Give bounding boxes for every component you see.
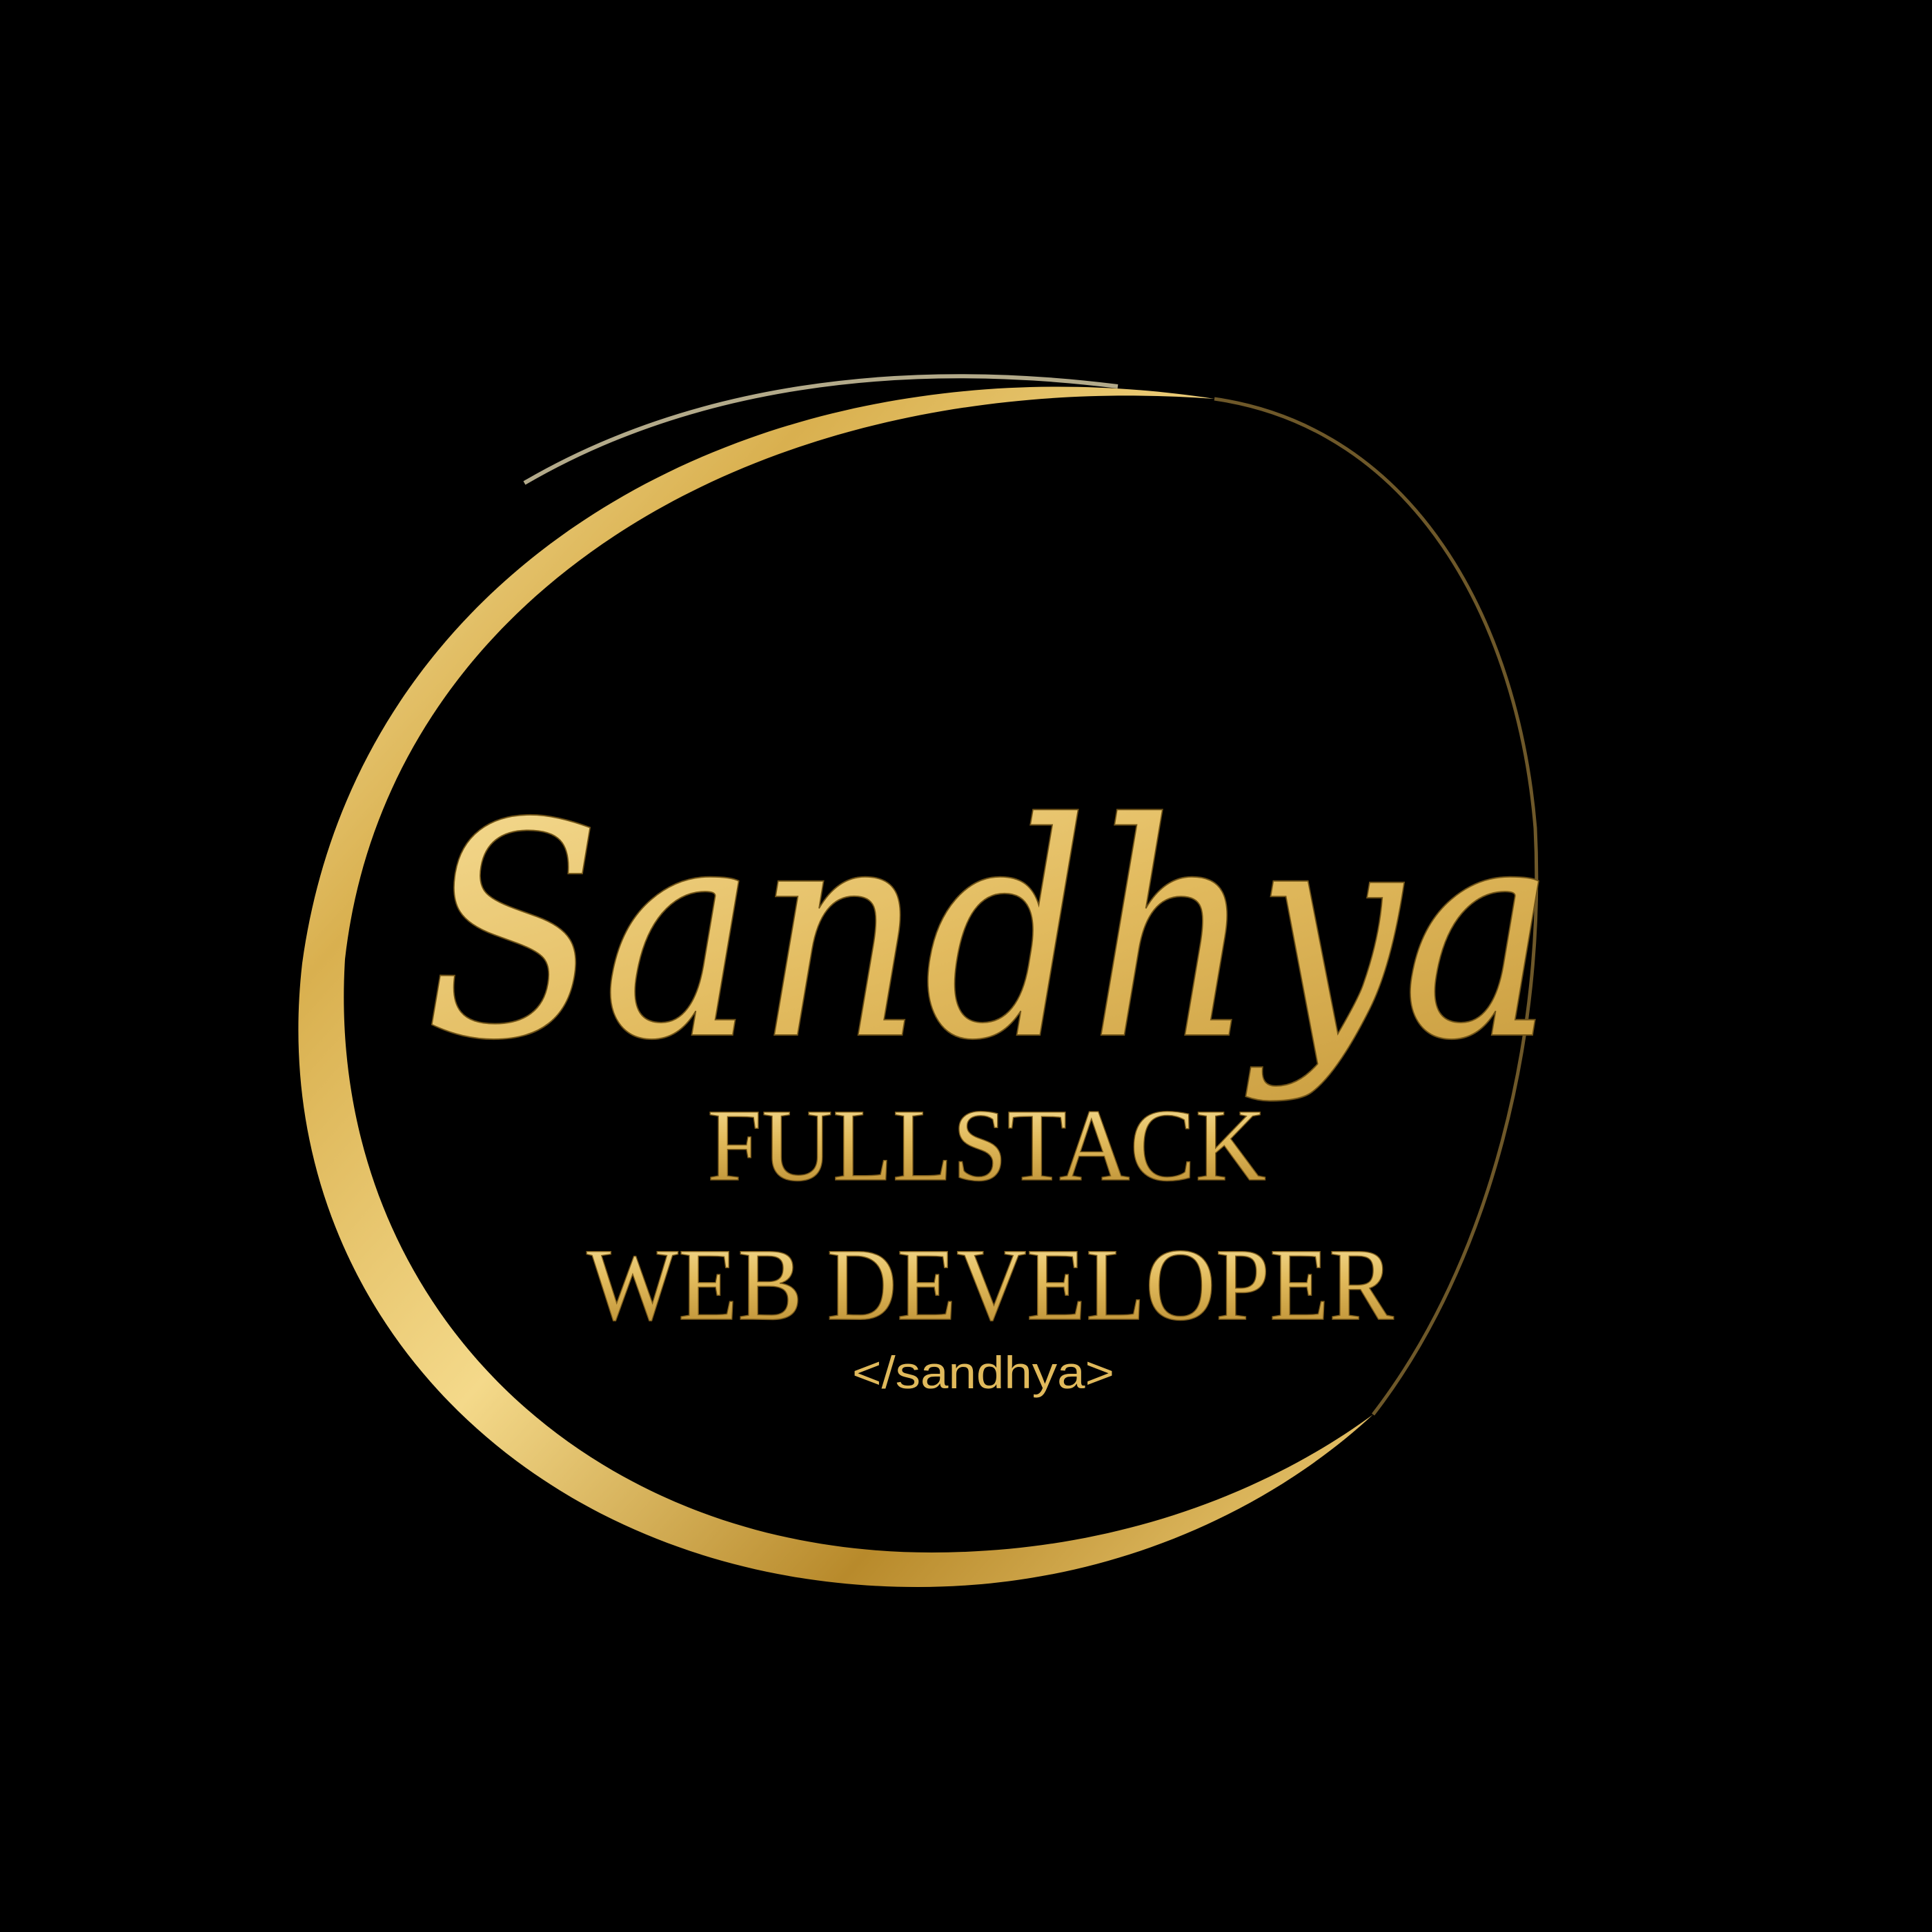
logo-artwork: Sandhya FULLSTACK WEB DEVELOPER </sandhy… xyxy=(298,374,1557,1587)
title-line-2: WEB DEVELOPER xyxy=(586,1228,1394,1342)
code-tag: </sandhya> xyxy=(852,1347,1114,1398)
title-line-1: FULLSTACK xyxy=(707,1088,1266,1203)
script-name-group: Sandhya xyxy=(424,760,1557,1106)
script-name: Sandhya xyxy=(424,760,1556,1105)
logo-canvas: Sandhya FULLSTACK WEB DEVELOPER </sandhy… xyxy=(0,0,1932,1932)
